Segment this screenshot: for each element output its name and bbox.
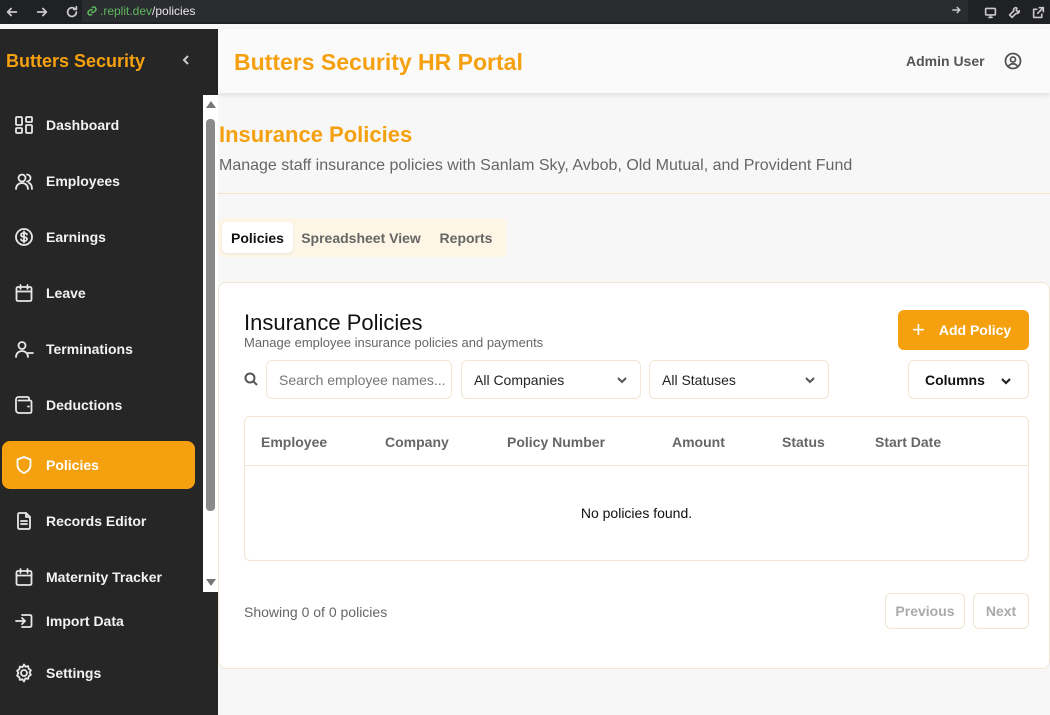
- sidebar-item-maternity-tracker[interactable]: Maternity Tracker: [2, 553, 195, 601]
- scroll-up-arrow[interactable]: [206, 101, 216, 108]
- columns-button[interactable]: Columns: [908, 360, 1029, 399]
- company-filter-select[interactable]: All Companies: [461, 360, 641, 399]
- sidebar-item-label: Deductions: [46, 397, 123, 413]
- wrench-icon[interactable]: [1002, 0, 1026, 24]
- forward-icon[interactable]: [30, 0, 54, 24]
- columns-label: Columns: [925, 371, 985, 388]
- collapse-sidebar-icon[interactable]: [178, 52, 194, 68]
- top-header: Butters Security HR Portal Admin User: [218, 29, 1050, 93]
- scroll-down-arrow[interactable]: [206, 579, 216, 586]
- sidebar-item-label: Policies: [46, 457, 99, 473]
- pagination-summary: Showing 0 of 0 policies: [244, 604, 388, 620]
- company-filter-value: All Companies: [474, 371, 565, 388]
- sidebar-item-deductions[interactable]: Deductions: [2, 381, 195, 429]
- sidebar-item-label: Leave: [46, 285, 86, 301]
- card-subtitle: Manage employee insurance policies and p…: [244, 335, 544, 350]
- page-title: Insurance Policies: [219, 122, 413, 147]
- go-icon[interactable]: [950, 4, 964, 19]
- url-domain: .replit.dev: [100, 4, 153, 18]
- reload-icon[interactable]: [60, 0, 84, 24]
- dashboard-icon: [15, 116, 33, 134]
- column-header-start-date[interactable]: Start Date: [875, 434, 941, 450]
- sidebar: Butters Security Dashboard Employees Ear…: [0, 29, 218, 715]
- table-header-divider: [245, 465, 1028, 466]
- previous-page-button[interactable]: Previous: [885, 593, 965, 629]
- policies-table: Employee Company Policy Number Amount St…: [244, 416, 1029, 561]
- shield-icon: [16, 456, 32, 474]
- tab-reports[interactable]: Reports: [429, 218, 503, 257]
- chevron-down-icon: [1000, 374, 1012, 390]
- column-header-policy-number[interactable]: Policy Number: [507, 434, 605, 450]
- users-icon: [15, 173, 33, 190]
- sidebar-item-label: Dashboard: [46, 117, 120, 133]
- add-policy-label: Add Policy: [938, 322, 1012, 338]
- divider: [218, 193, 1050, 194]
- sidebar-item-records-editor[interactable]: Records Editor: [2, 497, 195, 545]
- tab-policies[interactable]: Policies: [222, 222, 293, 253]
- column-header-company[interactable]: Company: [385, 434, 449, 450]
- calendar-icon: [15, 284, 33, 302]
- sidebar-item-label: Import Data: [46, 613, 124, 629]
- sidebar-item-label: Terminations: [46, 341, 133, 357]
- url-path: /policies: [152, 4, 196, 18]
- dollar-circle-icon: [15, 228, 33, 246]
- next-page-button[interactable]: Next: [973, 593, 1029, 629]
- sidebar-item-label: Maternity Tracker: [46, 569, 162, 585]
- sidebar-item-employees[interactable]: Employees: [2, 157, 195, 205]
- import-icon: [15, 614, 33, 628]
- empty-state-message: No policies found.: [580, 505, 693, 521]
- add-policy-button[interactable]: + Add Policy: [898, 310, 1029, 350]
- policies-card: Insurance Policies Manage employee insur…: [218, 282, 1050, 669]
- sidebar-item-import-data[interactable]: Import Data: [2, 597, 195, 645]
- status-filter-select[interactable]: All Statuses: [649, 360, 829, 399]
- search-icon: [244, 372, 260, 388]
- calendar-icon: [15, 568, 33, 586]
- external-link-icon[interactable]: [1026, 0, 1050, 24]
- status-filter-value: All Statuses: [662, 371, 736, 388]
- brand-name: Butters Security: [6, 51, 146, 71]
- plus-icon: +: [912, 317, 925, 342]
- user-circle-icon[interactable]: [1004, 52, 1022, 70]
- sidebar-item-label: Settings: [46, 665, 102, 681]
- chevron-down-icon: [804, 373, 816, 385]
- chevron-down-icon: [616, 373, 628, 385]
- search-input[interactable]: Search employee names...: [266, 360, 452, 399]
- address-bar[interactable]: .replit.dev/policies: [82, 0, 968, 22]
- tab-spreadsheet-view[interactable]: Spreadsheet View: [297, 218, 425, 257]
- back-icon[interactable]: [0, 0, 24, 24]
- sidebar-item-label: Employees: [46, 173, 120, 189]
- page-subtitle: Manage staff insurance policies with San…: [219, 157, 853, 174]
- sidebar-item-settings[interactable]: Settings: [2, 649, 195, 697]
- user-minus-icon: [15, 341, 34, 358]
- browser-toolbar: .replit.dev/policies: [0, 0, 1050, 24]
- column-header-employee[interactable]: Employee: [261, 434, 327, 450]
- monitor-icon[interactable]: [978, 0, 1002, 24]
- sidebar-item-leave[interactable]: Leave: [2, 269, 195, 317]
- link-icon: [87, 6, 97, 16]
- gear-icon: [16, 663, 32, 683]
- column-header-amount[interactable]: Amount: [672, 434, 725, 450]
- wallet-icon: [15, 396, 33, 414]
- sidebar-item-earnings[interactable]: Earnings: [2, 213, 195, 261]
- sidebar-item-label: Records Editor: [46, 513, 147, 529]
- sidebar-item-label: Earnings: [46, 229, 106, 245]
- sidebar-item-dashboard[interactable]: Dashboard: [2, 101, 195, 149]
- sidebar-scrollbar[interactable]: [203, 95, 218, 592]
- column-header-status[interactable]: Status: [782, 434, 825, 450]
- current-user-name[interactable]: Admin User: [906, 53, 985, 69]
- document-icon: [17, 512, 31, 530]
- tab-list: Policies Spreadsheet View Reports: [218, 218, 507, 257]
- sidebar-item-terminations[interactable]: Terminations: [2, 325, 195, 373]
- scroll-thumb[interactable]: [206, 119, 215, 511]
- card-title: Insurance Policies: [244, 310, 423, 335]
- sidebar-item-policies[interactable]: Policies: [2, 441, 195, 489]
- portal-title: Butters Security HR Portal: [234, 49, 523, 75]
